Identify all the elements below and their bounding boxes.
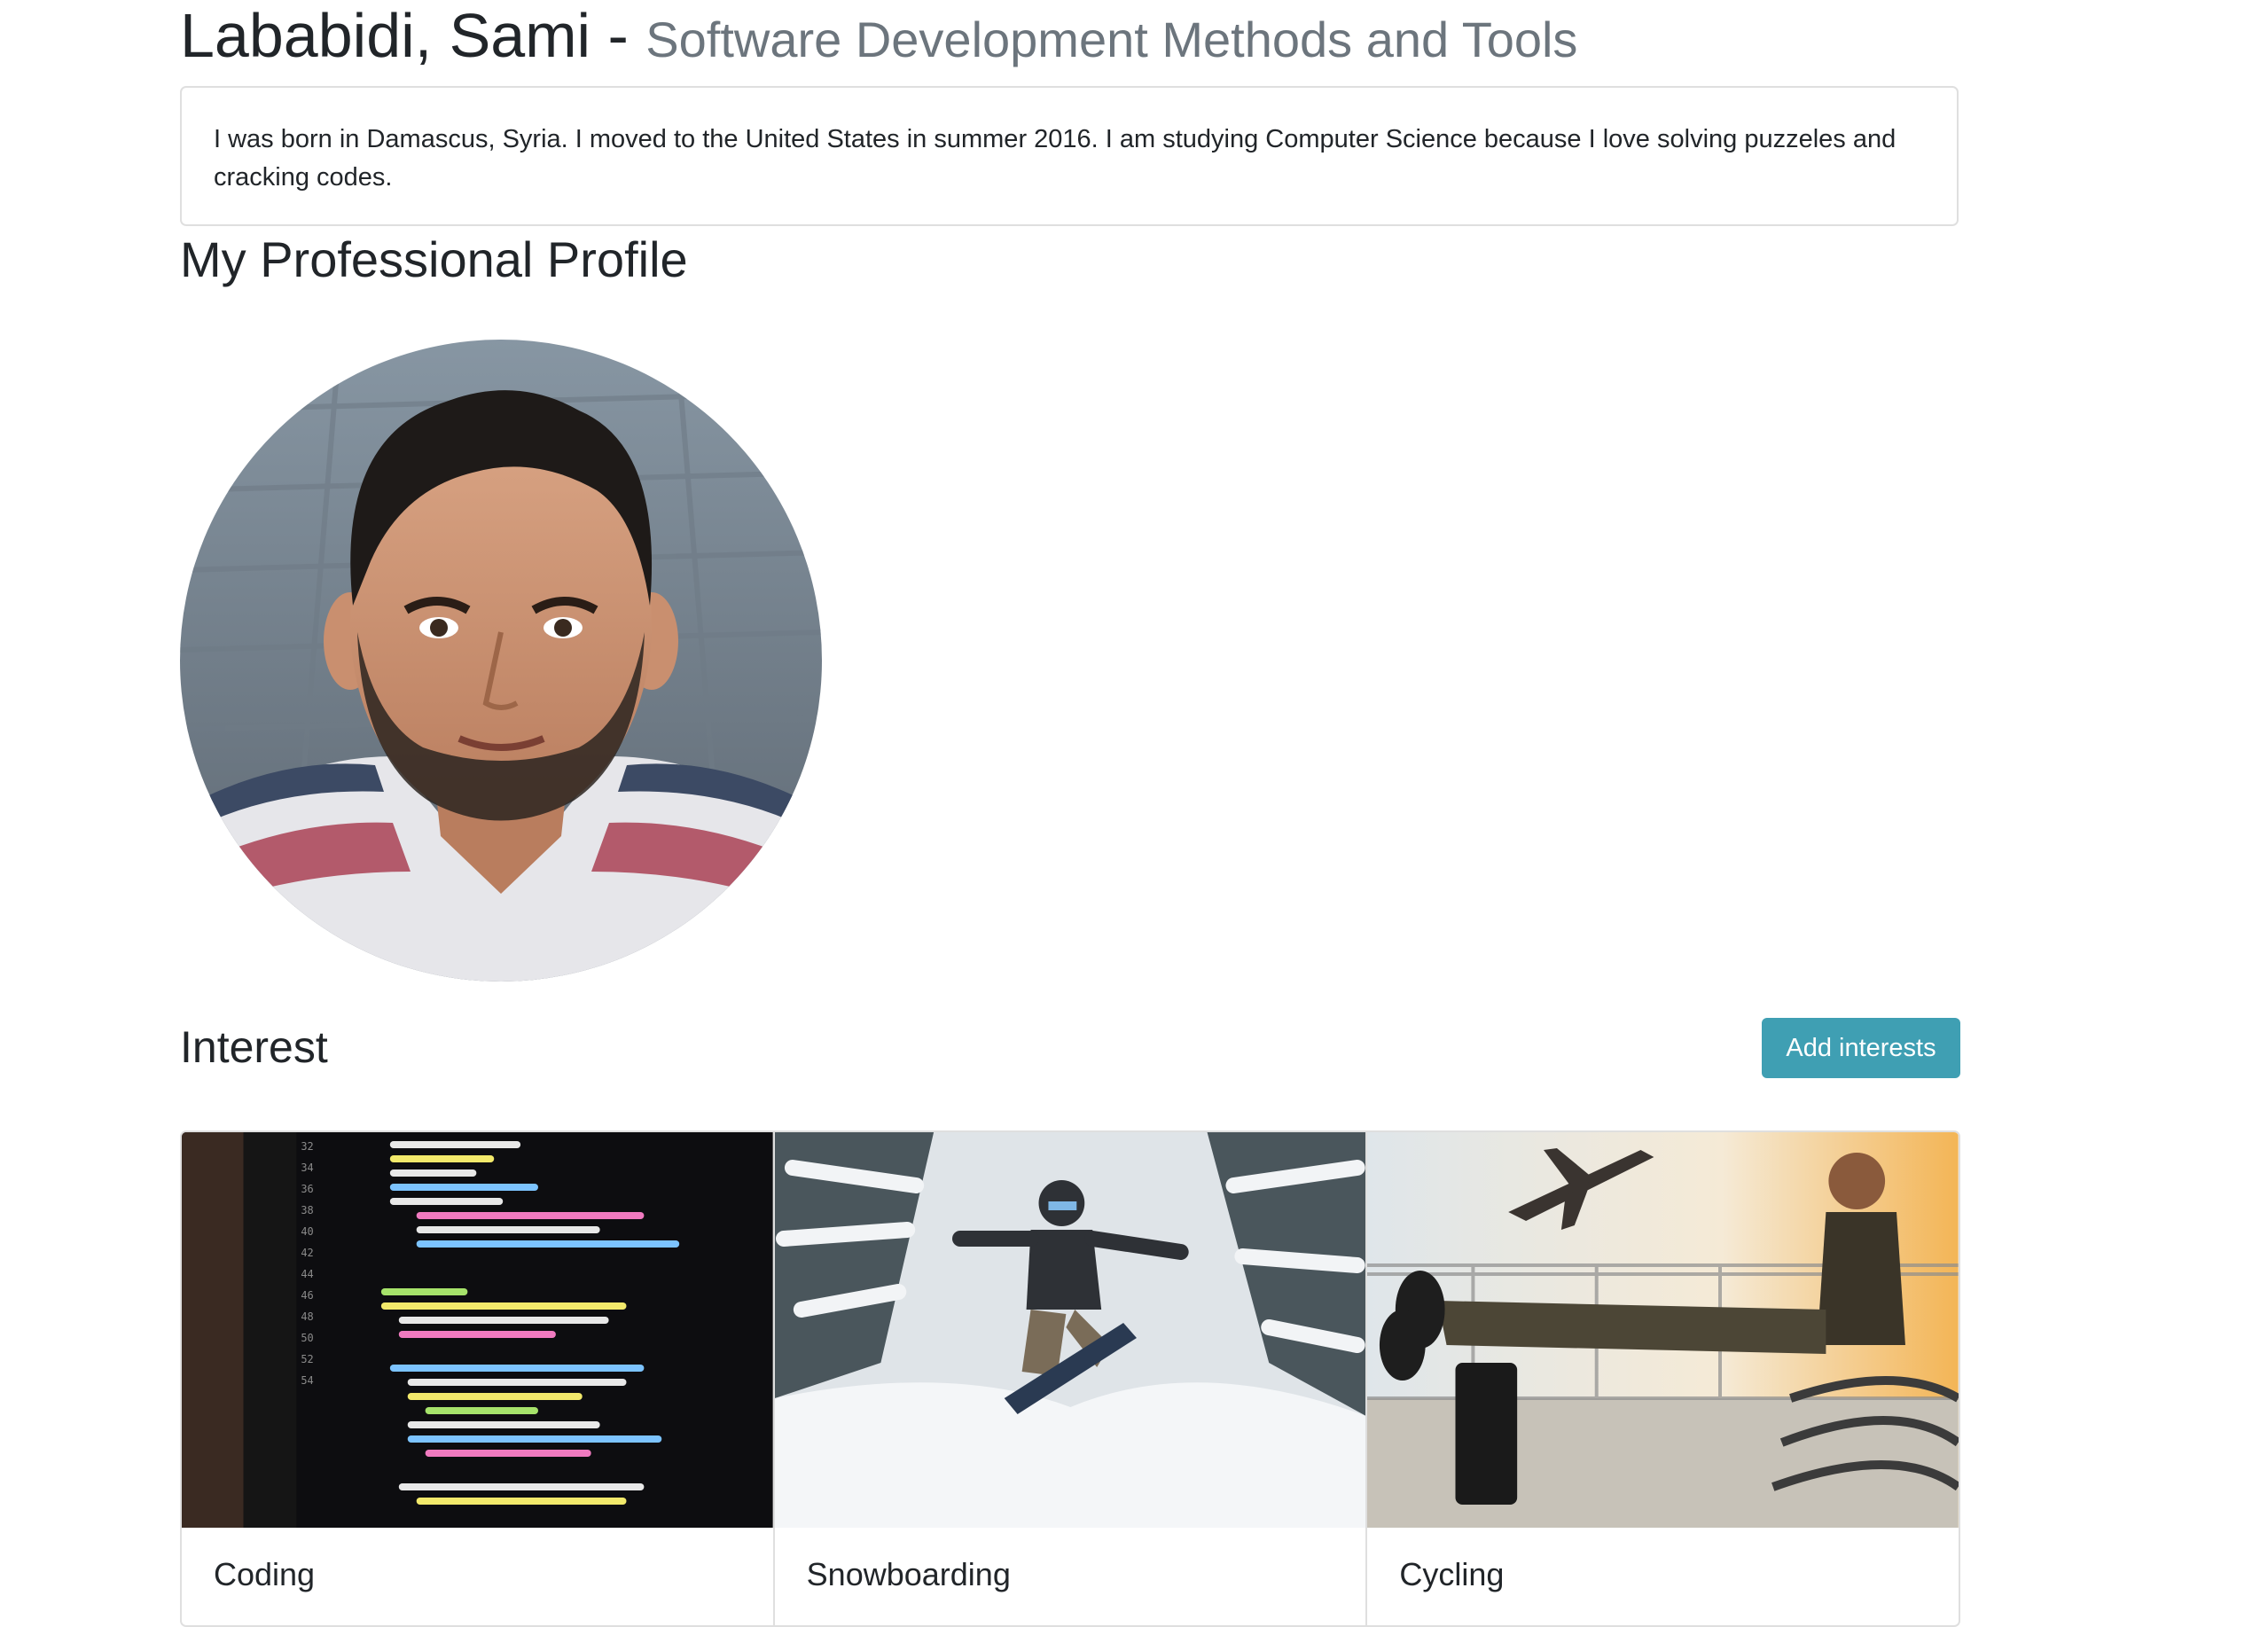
- svg-text:38: 38: [301, 1204, 313, 1216]
- bio-text: I was born in Damascus, Syria. I moved t…: [214, 125, 1897, 192]
- bio-card: I was born in Damascus, Syria. I moved t…: [180, 86, 1959, 226]
- svg-text:40: 40: [301, 1225, 313, 1238]
- interest-title-cycling: Cycling: [1399, 1556, 1505, 1592]
- interest-title-snowboarding: Snowboarding: [806, 1556, 1011, 1592]
- interest-title-coding: Coding: [214, 1556, 316, 1592]
- code-screen-image: 32 34 36 38 40 42 44 46 48 50 52 54: [182, 1132, 773, 1528]
- interest-card-snowboarding[interactable]: Snowboarding: [774, 1132, 1368, 1625]
- profile-heading: My Professional Profile: [180, 231, 688, 287]
- title-separator: -: [590, 1, 646, 70]
- page-title: Lababidi, Sami - Software Development Me…: [180, 0, 1577, 71]
- student-name: Lababidi, Sami: [180, 1, 591, 70]
- portrait-icon: [180, 340, 822, 982]
- profile-photo: [180, 340, 822, 982]
- snowboarder-image: [774, 1132, 1366, 1528]
- svg-text:52: 52: [301, 1353, 313, 1365]
- svg-text:48: 48: [301, 1310, 313, 1323]
- add-interests-button[interactable]: Add interests: [1762, 1018, 1960, 1078]
- svg-text:36: 36: [301, 1183, 313, 1195]
- svg-text:50: 50: [301, 1332, 313, 1344]
- airport-traveler-image: [1367, 1132, 1959, 1528]
- svg-text:46: 46: [301, 1289, 313, 1302]
- interest-heading: Interest: [180, 1022, 328, 1072]
- interest-card-cycling[interactable]: Cycling: [1367, 1132, 1959, 1625]
- svg-text:42: 42: [301, 1247, 313, 1259]
- svg-text:44: 44: [301, 1268, 313, 1280]
- svg-text:32: 32: [301, 1140, 313, 1153]
- svg-text:34: 34: [301, 1162, 313, 1174]
- interest-card-coding[interactable]: 32 34 36 38 40 42 44 46 48 50 52 54 Codi…: [182, 1132, 775, 1625]
- course-name: Software Development Methods and Tools: [645, 12, 1578, 67]
- interest-cards: 32 34 36 38 40 42 44 46 48 50 52 54 Codi…: [180, 1130, 1960, 1627]
- svg-text:54: 54: [301, 1374, 313, 1387]
